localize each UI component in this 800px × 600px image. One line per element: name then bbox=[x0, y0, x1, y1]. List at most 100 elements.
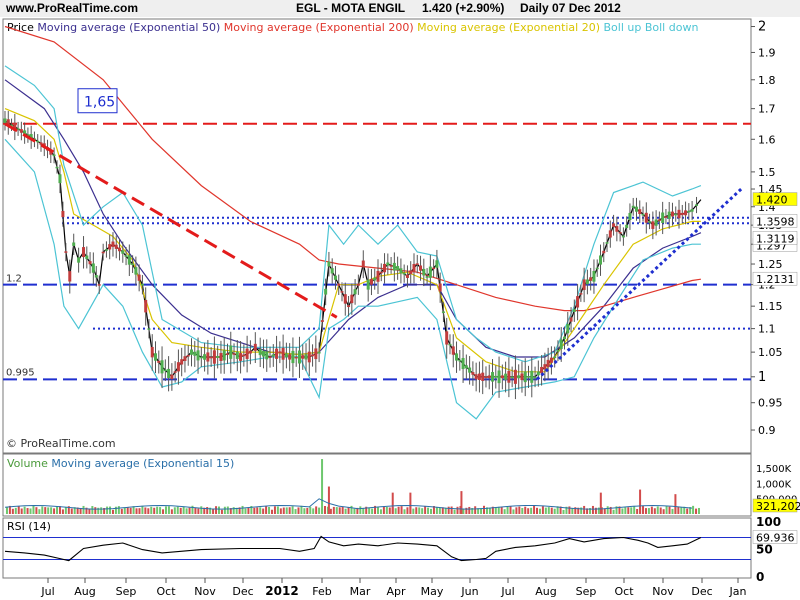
price-y-tick-label: 1.6 bbox=[758, 133, 776, 146]
candle-body bbox=[474, 374, 478, 380]
volume-bar bbox=[483, 505, 486, 514]
candle-body bbox=[124, 255, 128, 257]
volume-bar bbox=[262, 508, 265, 514]
volume-bar bbox=[297, 507, 300, 514]
volume-y-axis: 1,500K1,000K500,000321,202 bbox=[752, 464, 800, 513]
volume-bar bbox=[509, 506, 512, 514]
volume-bar bbox=[82, 505, 85, 514]
volume-bar bbox=[294, 509, 297, 514]
candle-body bbox=[612, 223, 616, 227]
rsi-panel: RSI (14) 100 50 0 69.936 bbox=[2, 515, 798, 584]
candle-body bbox=[353, 289, 357, 295]
volume-bar bbox=[656, 506, 659, 514]
candle-body bbox=[605, 242, 609, 244]
candle-body bbox=[563, 336, 566, 340]
x-tick-label: May bbox=[421, 585, 444, 598]
candle-body bbox=[651, 221, 655, 229]
volume-bar bbox=[223, 506, 226, 514]
candle-body bbox=[399, 268, 403, 274]
candle-body bbox=[677, 209, 681, 219]
candle-body bbox=[631, 205, 635, 208]
candle-body bbox=[314, 348, 318, 360]
annotation-0995: 0.995 bbox=[6, 367, 35, 378]
legend-entry: Moving average (Exponential 15) bbox=[51, 457, 234, 470]
volume-bar bbox=[412, 508, 415, 514]
candle-body bbox=[670, 211, 674, 217]
volume-bar bbox=[162, 509, 165, 514]
x-tick-label: Aug bbox=[535, 585, 556, 598]
value-label: 1.3598 bbox=[756, 215, 795, 228]
volume-bar bbox=[453, 509, 456, 514]
candle-body bbox=[72, 242, 76, 246]
price-y-tick-label: 0.95 bbox=[758, 397, 783, 410]
candle-body bbox=[281, 347, 285, 360]
candle-body bbox=[379, 271, 383, 274]
candle-body bbox=[160, 360, 164, 374]
volume-bar bbox=[571, 508, 574, 514]
volume-bar bbox=[265, 506, 268, 514]
candle-body bbox=[19, 129, 23, 133]
volume-bar bbox=[100, 507, 103, 514]
volume-bar bbox=[47, 507, 50, 514]
candle-body bbox=[242, 354, 246, 357]
candle-body bbox=[219, 352, 223, 361]
volume-bar bbox=[388, 507, 391, 514]
candle-body bbox=[163, 369, 167, 372]
candle-body bbox=[412, 263, 416, 273]
candle-body bbox=[415, 263, 419, 265]
price-y-tick-label: 1.8 bbox=[758, 74, 776, 87]
volume-bar bbox=[636, 509, 639, 514]
candle-body bbox=[337, 283, 341, 286]
chart-canvas: www.ProRealTime.com EGL - MOTA ENGIL 1.4… bbox=[0, 0, 800, 598]
candle-body bbox=[347, 305, 351, 308]
candle-body bbox=[389, 265, 393, 267]
x-tick-label: Jun bbox=[460, 585, 478, 598]
price-y-tick-label: 2 bbox=[758, 20, 766, 35]
candle-body bbox=[383, 263, 387, 273]
candle-body bbox=[687, 210, 691, 213]
candle-body bbox=[641, 213, 645, 216]
volume-bar bbox=[253, 507, 256, 514]
volume-bar bbox=[306, 507, 309, 514]
candle-body bbox=[664, 216, 668, 218]
candle-body bbox=[432, 267, 436, 270]
candle-body bbox=[530, 370, 534, 383]
volume-bar bbox=[109, 506, 112, 514]
volume-bar bbox=[659, 507, 662, 514]
candle-body bbox=[82, 247, 86, 258]
candle-body bbox=[589, 277, 593, 281]
volume-bar bbox=[144, 507, 147, 514]
volume-spike-bar bbox=[674, 494, 677, 514]
volume-bar bbox=[17, 506, 20, 514]
value-label: 1.420 bbox=[756, 194, 788, 207]
legend-entry: Moving average (Exponential 20) bbox=[417, 21, 603, 34]
volume-bar bbox=[276, 506, 279, 514]
volume-bar bbox=[206, 507, 209, 514]
candle-body bbox=[91, 263, 95, 273]
volume-bar bbox=[120, 508, 123, 514]
candle-body bbox=[196, 350, 200, 361]
candle-body bbox=[304, 354, 308, 360]
candle-body bbox=[523, 371, 527, 383]
price-legend: Price Moving average (Exponential 50) Mo… bbox=[7, 21, 698, 34]
volume-bar bbox=[117, 506, 120, 514]
volume-bar bbox=[312, 508, 315, 514]
volume-bar bbox=[665, 506, 668, 514]
candle-body bbox=[690, 209, 694, 212]
site-label[interactable]: www.ProRealTime.com bbox=[5, 1, 138, 15]
candle-body bbox=[36, 140, 40, 143]
candle-body bbox=[428, 266, 432, 278]
volume-bar bbox=[88, 508, 91, 514]
price-y-tick-label: 1.15 bbox=[758, 300, 783, 313]
volume-bar bbox=[215, 506, 218, 514]
candle-body bbox=[484, 376, 488, 379]
volume-bar bbox=[456, 506, 459, 514]
candle-body bbox=[94, 275, 98, 278]
volume-bar bbox=[371, 508, 374, 514]
volume-panel: Volume Moving average (Exponential 15) 1… bbox=[2, 453, 800, 517]
candle-body bbox=[674, 213, 678, 216]
volume-bar bbox=[418, 507, 421, 514]
candle-body bbox=[186, 354, 190, 357]
volume-bar bbox=[603, 508, 606, 514]
candle-body bbox=[517, 375, 521, 379]
